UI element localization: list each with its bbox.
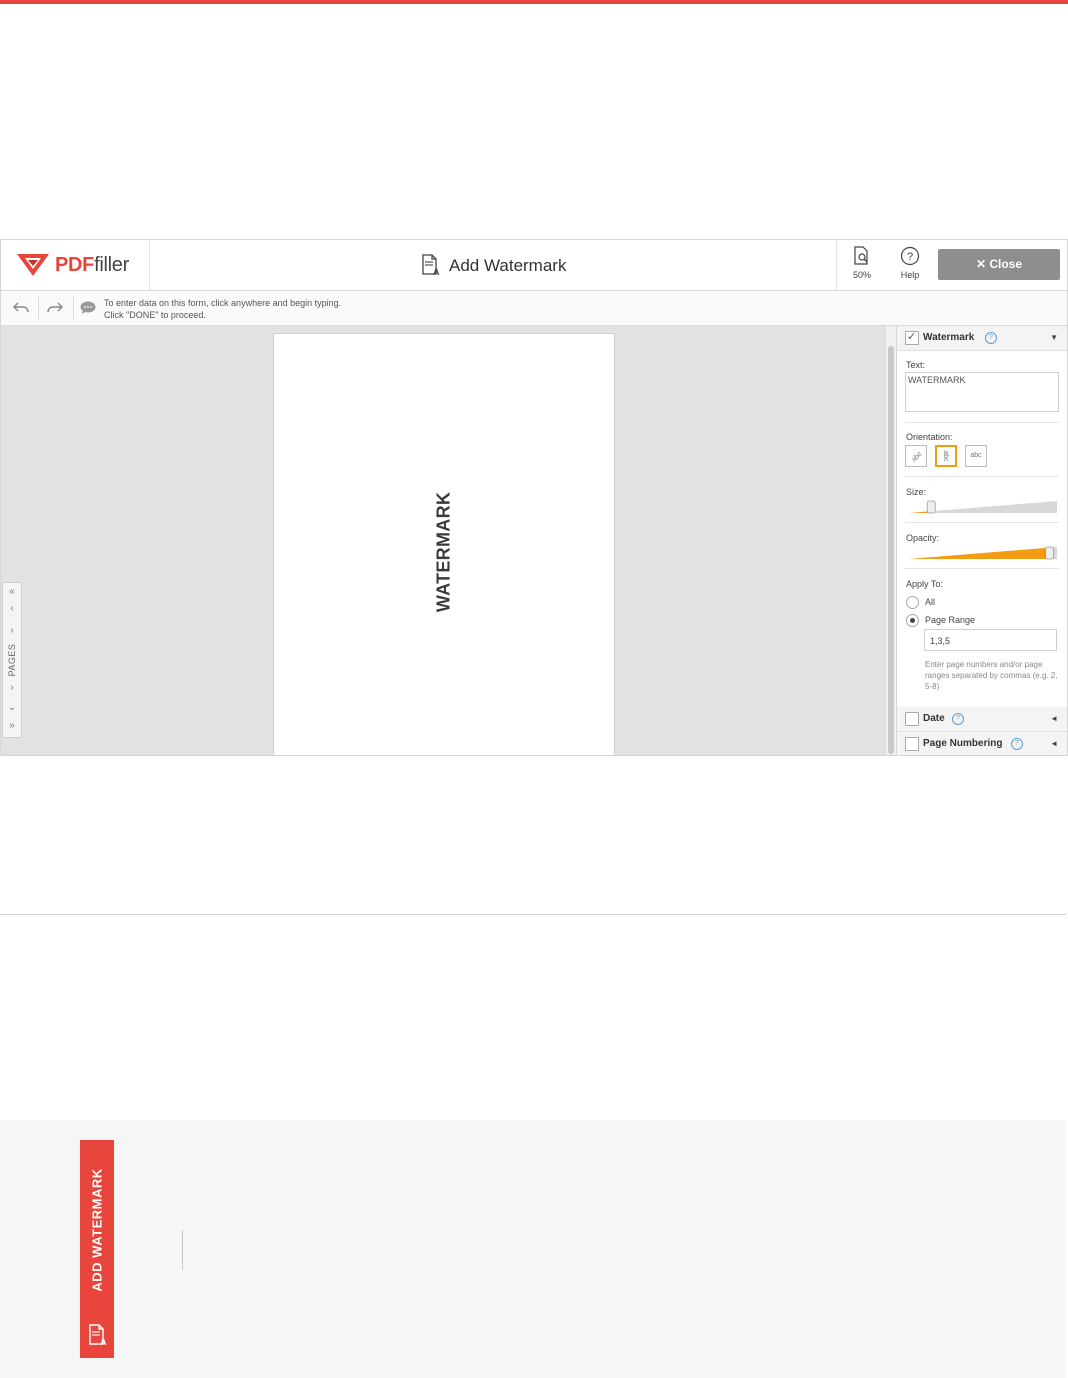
date-help-icon[interactable]: ? (952, 713, 964, 725)
panel-divider (905, 476, 1059, 477)
page-numbering-checkbox[interactable] (905, 737, 919, 751)
apply-all-radio[interactable] (906, 596, 919, 609)
logo[interactable]: PDFfiller (1, 240, 150, 290)
expand-arrow-icon[interactable]: ◄ (1050, 714, 1058, 723)
toolbar-divider (73, 297, 74, 319)
app-header: PDFfiller A Add Watermark 50% ? Help ✕ C… (1, 240, 1067, 291)
add-watermark-tab: ADD WATERMARK A (80, 1140, 114, 1358)
last-page-icon[interactable]: » (5, 719, 19, 733)
watermark-section-header[interactable]: ✓ Watermark ? ▼ (897, 326, 1067, 351)
date-checkbox[interactable] (905, 712, 919, 726)
checkmark-icon: ✓ (907, 331, 917, 343)
svg-text:?: ? (907, 251, 913, 263)
close-icon: ✕ (975, 257, 990, 271)
apply-page-range-label: Page Range (925, 615, 976, 625)
orientation-diagonal-button[interactable]: abc (905, 445, 927, 467)
page-numbering-help-icon[interactable]: ? (1011, 738, 1023, 750)
page-numbering-section-header[interactable]: Page Numbering ? ◄ (897, 732, 1067, 755)
pages-label[interactable]: PAGES (7, 644, 17, 677)
vertical-text-icon: abc (942, 450, 949, 462)
orientation-label: Orientation: (906, 432, 953, 442)
zoom-document-icon (854, 246, 868, 265)
chevron-right-icon[interactable]: › (5, 624, 19, 638)
app-window: PDFfiller A Add Watermark 50% ? Help ✕ C… (0, 239, 1068, 756)
svg-text:abc: abc (911, 450, 924, 463)
date-section-title: Date (923, 713, 945, 724)
watermark-checkbox[interactable]: ✓ (905, 331, 919, 345)
toolbar-divider (38, 297, 39, 319)
svg-text:abc: abc (942, 450, 949, 462)
watermark-help-icon[interactable]: ? (985, 332, 997, 344)
collapse-arrow-icon[interactable]: ▼ (1050, 333, 1058, 342)
redo-icon[interactable] (46, 300, 64, 316)
apply-to-label: Apply To: (906, 579, 943, 589)
page-numbering-section-title: Page Numbering (923, 738, 1003, 749)
pdffiller-logo-icon (17, 254, 49, 276)
panel-divider (905, 422, 1059, 423)
svg-text:A: A (100, 1337, 107, 1346)
banner-divider (182, 1230, 183, 1270)
previous-page-icon[interactable]: ‹ (5, 602, 19, 616)
add-watermark-tab-label: ADD WATERMARK (89, 1168, 105, 1292)
logo-filler-text: filler (94, 254, 129, 276)
opacity-slider[interactable] (909, 546, 1057, 560)
page-title: Add Watermark (449, 256, 567, 275)
text-label: Text: (906, 360, 926, 370)
radio-selected-dot (910, 618, 915, 623)
undo-icon[interactable] (12, 300, 30, 316)
size-label: Size: (906, 487, 927, 497)
section-divider (0, 914, 1066, 915)
logo-pdf-text: PDF (55, 254, 95, 276)
document-canvas[interactable]: WATERMARK « ‹ › PAGES › ⌄ » (1, 326, 885, 755)
page-range-input[interactable]: 1,3,5 (924, 629, 1057, 651)
date-section-header[interactable]: Date ? ◄ (897, 707, 1067, 732)
close-button[interactable]: ✕ Close (938, 249, 1060, 280)
size-slider[interactable] (909, 500, 1057, 514)
chevron-right-icon[interactable]: › (5, 681, 19, 695)
orientation-horizontal-button[interactable]: abc (965, 445, 987, 467)
tool-banner: ADD WATERMARK A (0, 1120, 1066, 1378)
canvas-scrollbar[interactable] (885, 326, 896, 755)
next-page-icon[interactable]: ⌄ (5, 701, 19, 715)
page-range-help-text: Enter page numbers and/or page ranges se… (925, 660, 1058, 691)
watermark-section-title: Watermark (923, 332, 975, 343)
watermark-settings-panel: ✓ Watermark ? ▼ Text: WATERMARK Orientat… (896, 326, 1067, 755)
help-button[interactable]: ? Help (890, 246, 930, 280)
logo-text: PDFfiller (55, 254, 129, 277)
help-label: Help (900, 270, 920, 280)
close-label: Close (989, 257, 1023, 271)
opacity-label: Opacity: (906, 533, 940, 543)
speech-bubble-icon (80, 301, 96, 314)
zoom-button[interactable]: 50% (842, 246, 882, 280)
hint-line-1: To enter data on this form, click anywhe… (104, 298, 342, 308)
svg-text:A: A (433, 267, 440, 276)
diagonal-text-icon: abc (911, 450, 924, 463)
pages-navigator: « ‹ › PAGES › ⌄ » (2, 582, 22, 738)
editor-toolbar: To enter data on this form, click anywhe… (1, 291, 1067, 326)
add-watermark-icon: A (89, 1324, 107, 1346)
scrollbar-thumb[interactable] (888, 346, 894, 754)
top-accent-rule (0, 0, 1068, 4)
header-tools: 50% ? Help (836, 240, 927, 290)
help-icon: ? (900, 246, 920, 266)
expand-arrow-icon[interactable]: ◄ (1050, 739, 1058, 748)
apply-page-range-radio[interactable] (906, 614, 919, 627)
editor-hint: To enter data on this form, click anywhe… (104, 297, 341, 321)
first-page-icon[interactable]: « (5, 585, 19, 599)
zoom-level: 50% (852, 270, 871, 280)
watermark-text-input[interactable]: WATERMARK (905, 372, 1059, 412)
orientation-vertical-button[interactable]: abc (935, 445, 957, 467)
panel-divider (905, 522, 1059, 523)
document-page[interactable]: WATERMARK (273, 333, 615, 755)
apply-all-label: All (925, 597, 936, 607)
add-watermark-icon: A (422, 254, 440, 276)
watermark-preview: WATERMARK (433, 491, 454, 613)
hint-line-2: Click "DONE" to proceed. (104, 310, 206, 320)
panel-divider (905, 568, 1059, 569)
